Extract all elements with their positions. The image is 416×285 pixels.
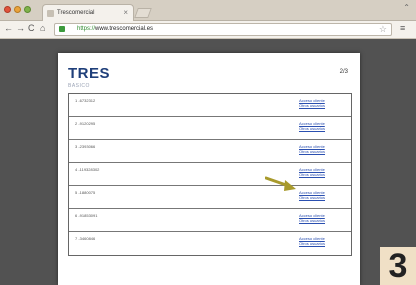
back-icon[interactable]: ← [4,23,13,33]
table-row: 5 -1880075 Acceso cliente Otros usuarios [69,186,351,209]
table-row: 2 -9120295 Acceso cliente Otros usuarios [69,117,351,140]
document-subtitle: BASICO [68,83,90,89]
row-links: Acceso cliente Otros usuarios [299,144,341,154]
pointer-arrow-icon [265,176,296,191]
tab-title: Trescomercial [57,10,95,16]
browser-menu-icon[interactable]: ≡ [400,23,405,33]
line-number: 6 -91853091 [75,213,98,218]
browser-toolbar: ← → C ⌂ https://www.trescomercial.es ☆ ≡ [0,21,416,39]
arrow-head [284,180,296,191]
table-row: 6 -91853091 Acceso cliente Otros usuario… [69,209,351,232]
lock-icon [59,26,65,32]
home-icon[interactable]: ⌂ [40,23,45,33]
close-window-button[interactable] [4,6,11,13]
line-number: 3 -2393066 [75,144,96,149]
table-row: 7 -3460846 Acceso cliente Otros usuarios [69,232,351,255]
table-row: 4 -119328302 Acceso cliente Otros usuari… [69,163,351,186]
profile-icon[interactable]: ⌃ [403,3,410,12]
lines-table: 1 -6732312 Acceso cliente Otros usuarios… [68,93,352,256]
address-bar[interactable]: https://www.trescomercial.es ☆ [54,23,392,36]
line-number: 5 -1880075 [75,190,96,195]
step-number-badge: 3 [380,247,416,285]
pdf-viewport: TRES 2/3 BASICO 1 -6732312 Acceso client… [0,39,416,285]
reload-icon[interactable]: C [28,23,35,33]
row-links: Acceso cliente Otros usuarios [299,121,341,131]
forward-icon[interactable]: → [16,23,25,33]
maximize-window-button[interactable] [24,6,31,13]
browser-tab[interactable]: Trescomercial × [42,4,134,21]
line-number: 1 -6732312 [75,98,96,103]
url-scheme: https:// [77,26,96,32]
row-links: Acceso cliente Otros usuarios [299,98,341,108]
favicon-icon [47,10,54,17]
row-links: Acceso cliente Otros usuarios [299,213,341,223]
document-page: TRES 2/3 BASICO 1 -6732312 Acceso client… [58,53,360,285]
window-controls [4,6,31,13]
new-tab-button[interactable] [134,8,152,18]
row-links: Acceso cliente Otros usuarios [299,236,341,246]
other-users-link[interactable]: Otros usuarios [299,195,341,200]
minimize-window-button[interactable] [14,6,21,13]
page-number: 2/3 [339,69,348,75]
table-row: 1 -6732312 Acceso cliente Otros usuarios [69,94,351,117]
other-users-link[interactable]: Otros usuarios [299,149,341,154]
table-row: 3 -2393066 Acceso cliente Otros usuarios [69,140,351,163]
company-logo: TRES [68,65,111,82]
other-users-link[interactable]: Otros usuarios [299,218,341,223]
tab-strip: Trescomercial × ⌃ [0,0,416,21]
url-host: www.trescomercial.es [95,26,154,32]
bookmark-star-icon[interactable]: ☆ [379,24,387,35]
row-links: Acceso cliente Otros usuarios [299,167,341,177]
line-number: 7 -3460846 [75,236,96,241]
other-users-link[interactable]: Otros usuarios [299,126,341,131]
other-users-link[interactable]: Otros usuarios [299,103,341,108]
tab-close-icon[interactable]: × [123,8,128,17]
other-users-link[interactable]: Otros usuarios [299,172,341,177]
row-links: Acceso cliente Otros usuarios [299,190,341,200]
line-number: 4 -119328302 [75,167,100,172]
other-users-link[interactable]: Otros usuarios [299,241,341,246]
line-number: 2 -9120295 [75,121,96,126]
